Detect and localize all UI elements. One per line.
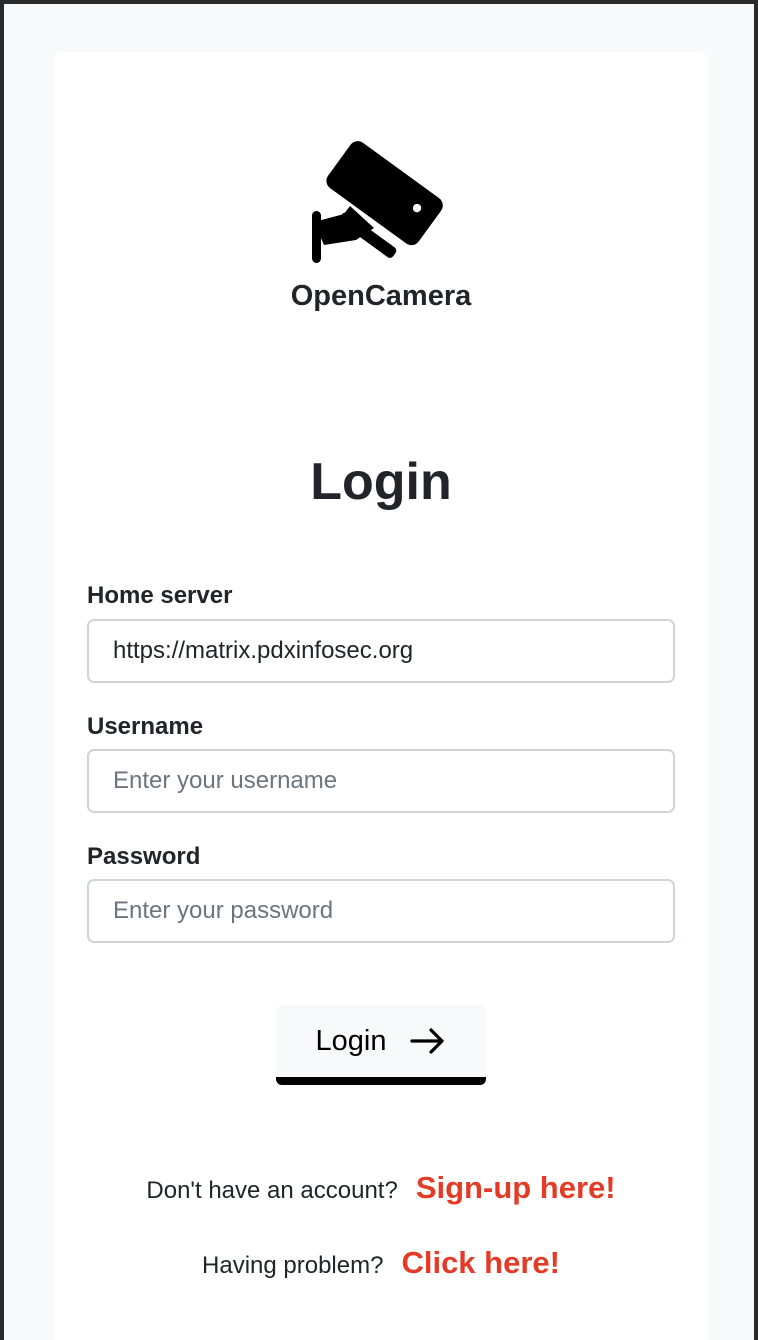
login-card: OpenCamera Login Home server Username Pa… <box>54 52 708 1340</box>
security-camera-icon <box>312 141 443 263</box>
signup-link[interactable]: Sign-up here! <box>416 1170 616 1206</box>
help-row: Having problem? Click here! <box>54 1245 708 1281</box>
login-button[interactable]: Login <box>276 1005 486 1085</box>
arrow-right-icon <box>410 1028 445 1054</box>
home-server-label: Home server <box>87 582 233 609</box>
password-label: Password <box>87 843 201 870</box>
help-prompt: Having problem? <box>202 1252 384 1279</box>
signup-row: Don't have an account? Sign-up here! <box>54 1170 708 1206</box>
help-link[interactable]: Click here! <box>401 1245 560 1281</box>
brand-name: OpenCamera <box>290 280 472 312</box>
page-title: Login <box>310 453 452 511</box>
password-input[interactable] <box>87 879 675 943</box>
home-server-input[interactable] <box>87 619 675 683</box>
login-button-label: Login <box>315 1024 387 1057</box>
username-input[interactable] <box>87 749 675 813</box>
signup-prompt: Don't have an account? <box>146 1177 398 1204</box>
username-label: Username <box>87 713 204 740</box>
page-background: OpenCamera Login Home server Username Pa… <box>4 4 754 1340</box>
